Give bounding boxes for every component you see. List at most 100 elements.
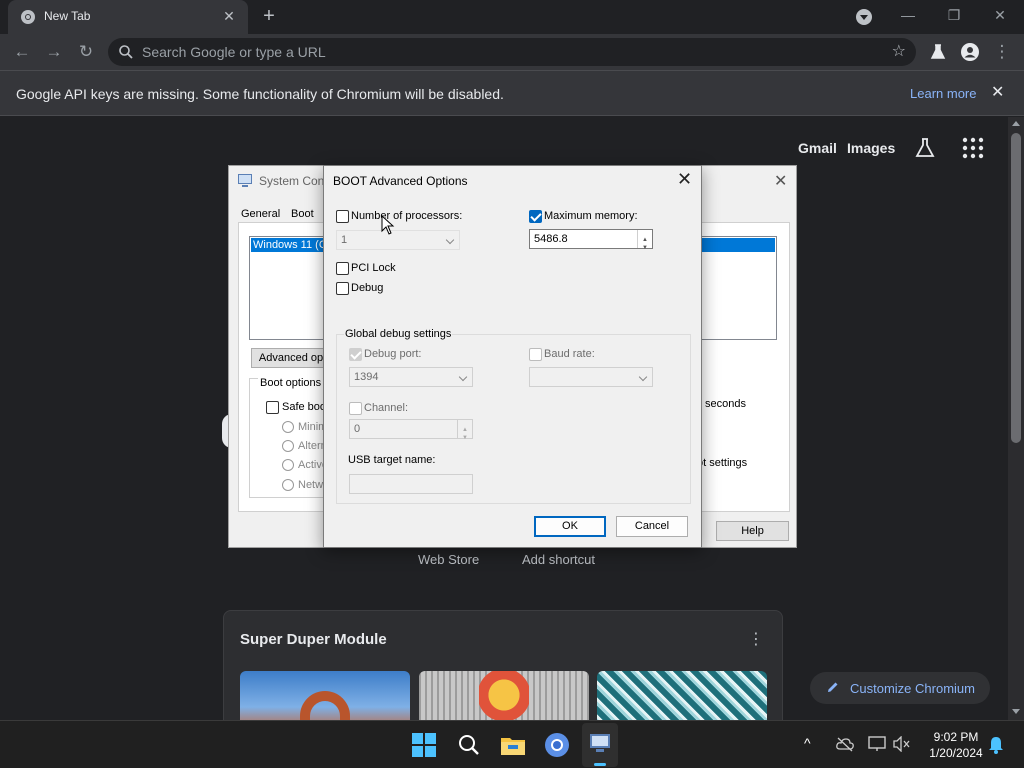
global-debug-label: Global debug settings [344,328,453,340]
debug-port-value: 1394 [354,371,379,383]
restore-icon[interactable]: ❐ [939,4,969,26]
back-icon[interactable]: ← [10,40,34,64]
debug-port-checkbox[interactable] [349,348,362,361]
channel-stepper[interactable]: 0 ▲ ▼ [349,419,473,441]
debug-checkbox[interactable] [336,282,349,295]
browser-toolbar: ← → ↻ ☆ ⋮ [0,34,1024,70]
reload-icon[interactable]: ↻ [74,40,98,64]
module-menu-icon[interactable]: ⋮ [748,629,764,649]
shortcut-add-shortcut[interactable]: Add shortcut [522,552,595,567]
scroll-thumb[interactable] [1011,133,1021,443]
taskbar-clock[interactable]: 9:02 PM 1/20/2024 [920,729,992,761]
infobar-message: Google API keys are missing. Some functi… [16,86,504,102]
debug-port-label: Debug port: [364,348,422,360]
channel-label: Channel: [364,402,409,414]
channel-checkbox[interactable] [349,402,362,415]
safe-boot-checkbox[interactable] [266,401,279,414]
chevron-down-icon [458,372,468,382]
pencil-icon [828,682,838,692]
customize-label: Customize Chromium [850,681,975,696]
boot-advanced-options-dialog: BOOT Advanced Options ✕ Number of proces… [323,165,702,548]
tab-boot[interactable]: Boot [291,208,314,220]
max-memory-stepper[interactable]: 5486.8 ▲ ▼ [529,229,653,251]
window-title: System Conf [259,174,328,188]
max-memory-spinner[interactable]: ▲ ▼ [637,230,652,251]
radio-network[interactable] [282,479,294,491]
timeout-seconds-label: seconds [705,398,746,410]
msconfig-taskbar-button[interactable] [582,723,618,767]
radio-minimal[interactable] [282,421,294,433]
search-icon [119,45,133,59]
num-processors-label[interactable]: Number of processors: [351,210,462,222]
advanced-options-button[interactable]: Advanced op [251,348,331,368]
scroll-down-icon[interactable] [1012,709,1020,714]
onedrive-icon[interactable] [836,736,854,752]
safe-boot-label: Safe boo [282,401,327,413]
radio-alternate[interactable] [282,440,294,452]
apps-grid-icon[interactable] [962,137,984,159]
shortcut-web-store[interactable]: Web Store [418,552,479,567]
dialog-title: BOOT Advanced Options [333,174,468,188]
help-button[interactable]: Help [716,521,789,541]
msconfig-icon [590,734,610,752]
tab-search-icon[interactable] [856,9,872,25]
baud-rate-checkbox[interactable] [529,348,542,361]
num-processors-checkbox[interactable] [336,210,349,223]
notification-bell-icon[interactable] [988,736,1004,754]
clock-time: 9:02 PM [933,730,979,744]
api-keys-infobar: Google API keys are missing. Some functi… [0,70,1024,116]
debug-port-select[interactable]: 1394 [349,367,473,387]
channel-value: 0 [354,423,361,435]
labs-flask-icon[interactable] [913,136,937,160]
windows-start-icon[interactable] [410,731,438,759]
cancel-button[interactable]: Cancel [616,516,688,537]
boot-options-label: Boot options [258,377,324,389]
pci-lock-checkbox[interactable] [336,262,349,275]
usb-target-input[interactable] [349,474,473,494]
max-memory-checkbox[interactable] [529,210,542,223]
radio-active[interactable] [282,459,294,471]
chromium-taskbar-icon[interactable] [543,731,571,759]
network-icon[interactable] [868,736,886,752]
pci-lock-label[interactable]: PCI Lock [351,262,396,274]
scroll-up-icon[interactable] [1012,121,1020,126]
tab-new-tab[interactable]: New Tab ✕ [8,0,248,34]
window-close-icon[interactable]: ✕ [985,4,1015,26]
tab-close-icon[interactable]: ✕ [220,7,238,25]
profile-icon[interactable] [958,40,982,64]
omnibox[interactable]: ☆ [108,38,916,66]
gmail-link[interactable]: Gmail [798,140,837,156]
images-link[interactable]: Images [847,140,895,156]
super-duper-module: Super Duper Module ⋮ [223,610,783,730]
clock-date: 1/20/2024 [929,746,983,760]
labs-flask-icon[interactable] [926,40,950,64]
debug-label[interactable]: Debug [351,282,383,294]
search-icon[interactable] [455,731,483,759]
module-title: Super Duper Module [240,631,387,648]
customize-chromium-button[interactable]: Customize Chromium [810,672,990,704]
forward-icon[interactable]: → [42,40,66,64]
volume-muted-icon[interactable] [893,736,911,752]
spin-down-icon[interactable]: ▼ [462,429,468,447]
num-processors-select[interactable]: 1 [336,230,460,250]
max-memory-label[interactable]: Maximum memory: [544,210,638,222]
boot-settings-label: ot settings [697,457,748,469]
baud-rate-select[interactable] [529,367,653,387]
minimize-icon[interactable]: — [893,4,923,26]
spin-down-icon[interactable]: ▼ [642,239,648,257]
chevron-down-icon [445,235,455,245]
bookmark-star-icon[interactable]: ☆ [892,41,906,61]
channel-spinner[interactable]: ▲ ▼ [457,420,472,441]
tab-general[interactable]: General [241,208,280,220]
ok-button[interactable]: OK [534,516,606,537]
infobar-close-icon[interactable]: ✕ [991,82,1004,102]
omnibox-input[interactable] [142,42,872,62]
file-explorer-icon[interactable] [499,731,527,759]
dialog-close-icon[interactable]: ✕ [677,169,692,190]
chevron-up-icon[interactable]: ^ [804,735,811,751]
page-scrollbar[interactable] [1008,117,1024,720]
new-tab-button[interactable]: + [258,6,280,28]
msconfig-close-icon[interactable]: ✕ [774,171,787,191]
menu-kebab-icon[interactable]: ⋮ [990,40,1014,64]
learn-more-link[interactable]: Learn more [910,86,976,101]
